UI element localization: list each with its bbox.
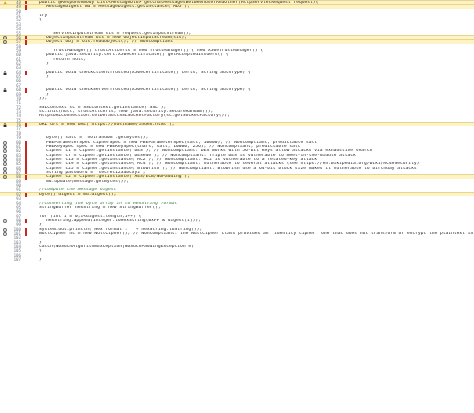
code-text[interactable]: } [32, 258, 474, 262]
gutter-empty [2, 258, 8, 262]
line-number: 107 [13, 257, 21, 263]
code-editor[interactable]: 48 public @ResponseBody List<MessageDto> … [0, 0, 474, 413]
code-line[interactable]: 107} [0, 257, 474, 263]
